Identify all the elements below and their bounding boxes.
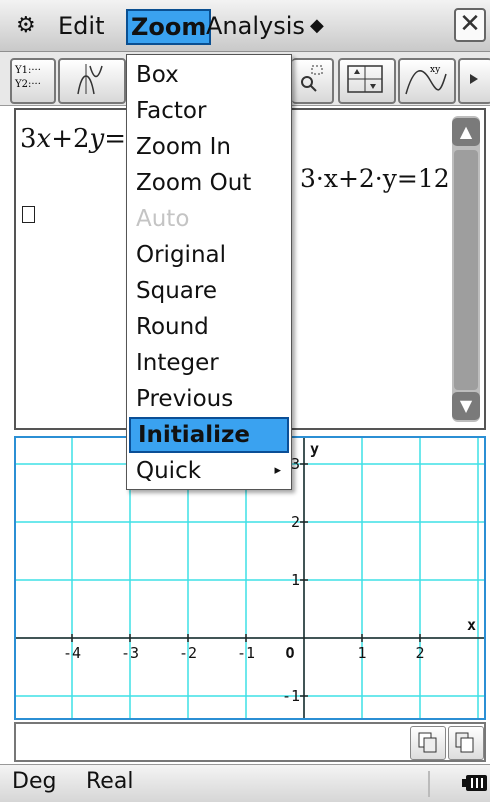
- paste-icon: [455, 732, 474, 753]
- scroll-down-icon[interactable]: ▼: [452, 392, 480, 420]
- y2-label: Y2:···: [15, 79, 41, 90]
- copy-button[interactable]: [410, 726, 446, 760]
- menu-item-quick[interactable]: Quick ▸: [129, 453, 289, 489]
- menu-item-label: Round: [136, 314, 209, 340]
- menu-item-label: Auto: [136, 206, 190, 232]
- menu-item-label: Previous: [136, 386, 234, 412]
- pan-button[interactable]: [338, 58, 396, 104]
- triangle-right-icon: [470, 74, 478, 84]
- menu-diamond[interactable]: ◆: [310, 10, 324, 42]
- menu-item-label: Zoom Out: [136, 170, 252, 196]
- menu-item-label: Quick: [136, 458, 202, 484]
- y1-label: Y1:···: [15, 65, 41, 76]
- input-part: =: [104, 124, 127, 154]
- scroll-up-icon[interactable]: ▲: [452, 118, 480, 146]
- menu-item-label: Integer: [136, 350, 219, 376]
- graph-curves-icon: [77, 64, 103, 95]
- angle-mode: Deg: [12, 769, 57, 794]
- paste-button[interactable]: [448, 726, 484, 760]
- x-tick-label: -4: [63, 644, 81, 662]
- submenu-arrow-icon: ▸: [274, 463, 281, 478]
- status-divider: [428, 771, 430, 797]
- pan-arrows-icon: [347, 65, 383, 93]
- x-axis-label: x: [467, 616, 476, 634]
- command-input-bar[interactable]: [14, 722, 486, 762]
- copy-icon: [418, 732, 437, 753]
- zoom-tool-button[interactable]: [292, 58, 334, 104]
- menu-item-label: Zoom In: [136, 134, 231, 160]
- menu-item-label: Box: [136, 62, 179, 88]
- menu-item-label: Factor: [136, 98, 207, 124]
- close-icon: ✕: [459, 9, 481, 39]
- input-cursor-box[interactable]: [22, 206, 35, 223]
- menu-item-label: Square: [136, 278, 217, 304]
- x-tick-label: -2: [179, 644, 197, 662]
- input-var-y: y: [89, 124, 105, 154]
- close-button[interactable]: ✕: [454, 8, 486, 42]
- svg-text:xy: xy: [430, 65, 441, 75]
- trace-button[interactable]: xy: [398, 58, 456, 104]
- menu-item-initialize[interactable]: Initialize: [129, 417, 289, 453]
- trace-curve-icon: xy: [405, 65, 447, 95]
- zoom-dropdown-menu: Box Factor Zoom In Zoom Out Auto Original Squa…: [126, 54, 292, 490]
- number-mode: Real: [86, 769, 134, 794]
- y-tick-label: 1: [291, 571, 300, 589]
- magnifier-icon: [301, 65, 323, 92]
- menu-edit[interactable]: Edit: [58, 10, 104, 42]
- menu-item-integer[interactable]: Integer: [129, 345, 289, 381]
- y-axis-label: y: [310, 440, 319, 458]
- y-tick-label: 2: [291, 513, 300, 531]
- x-tick-label: -3: [121, 644, 139, 662]
- editor-scrollbar[interactable]: ▲ ▼: [452, 116, 480, 422]
- x-tick-label: O: [285, 644, 294, 662]
- toolbar-more-button[interactable]: [458, 58, 490, 104]
- menu-analysis[interactable]: Analysis: [206, 10, 305, 42]
- x-tick-label: 1: [357, 644, 366, 662]
- menu-item-round[interactable]: Round: [129, 309, 289, 345]
- x-tick-label: -1: [237, 644, 255, 662]
- y-tick-label: 3: [291, 455, 300, 473]
- input-part: +2: [51, 124, 90, 154]
- math-input-line: 3x+2y=: [20, 124, 126, 154]
- menu-item-box[interactable]: Box: [129, 57, 289, 93]
- battery-icon: [462, 773, 488, 793]
- menu-item-zoom-out[interactable]: Zoom Out: [129, 165, 289, 201]
- input-part: 3: [20, 124, 37, 154]
- menu-item-previous[interactable]: Previous: [129, 381, 289, 417]
- menu-item-original[interactable]: Original: [129, 237, 289, 273]
- menu-item-square[interactable]: Square: [129, 273, 289, 309]
- graph-editor-button[interactable]: Y1:··· Y2:···: [10, 58, 56, 104]
- scrollbar-thumb[interactable]: [454, 150, 478, 390]
- input-var-x: x: [36, 124, 52, 154]
- menu-item-label: Initialize: [138, 422, 250, 448]
- gear-icon[interactable]: ⚙: [16, 10, 36, 42]
- menu-item-factor[interactable]: Factor: [129, 93, 289, 129]
- menu-zoom[interactable]: Zoom: [126, 9, 212, 45]
- y-tick-label: -1: [282, 687, 300, 705]
- x-tick-label: 2: [415, 644, 424, 662]
- graph-type-button[interactable]: [58, 58, 126, 104]
- status-bar: Deg Real: [0, 764, 490, 802]
- menu-bar: ⚙ Edit Zoom Analysis ◆ ✕: [0, 0, 490, 52]
- math-result: 3·x+2·y=12: [300, 164, 450, 193]
- menu-item-zoom-in[interactable]: Zoom In: [129, 129, 289, 165]
- menu-item-label: Original: [136, 242, 227, 268]
- menu-item-auto: Auto: [129, 201, 289, 237]
